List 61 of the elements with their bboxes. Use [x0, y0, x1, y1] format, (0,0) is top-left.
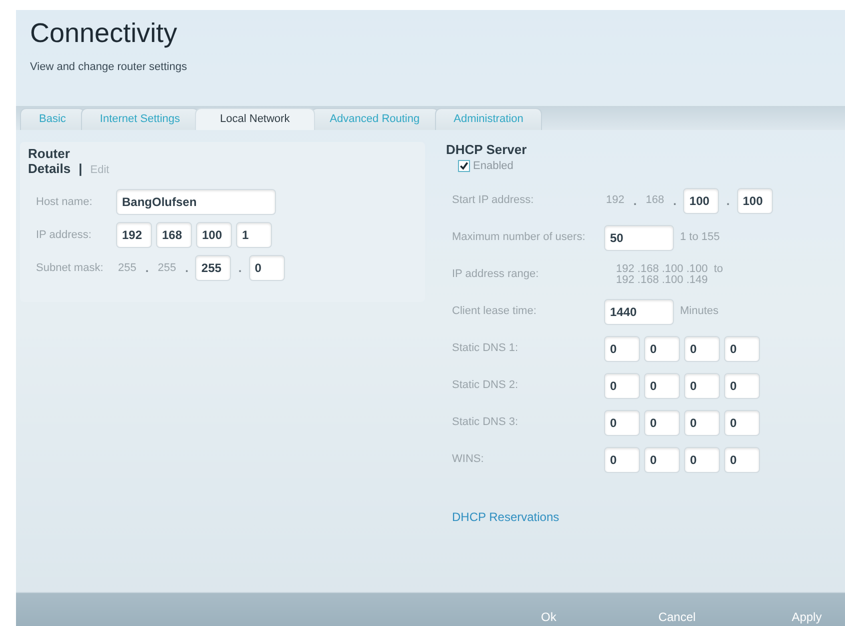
static-value: 192	[605, 193, 626, 208]
input-field[interactable]: 255	[195, 255, 232, 281]
dot-separator: .	[144, 260, 150, 277]
static-value: Minutes	[679, 304, 720, 320]
input-field[interactable]: 0	[604, 372, 640, 398]
range-text: 192 .168 .100 .149	[616, 274, 709, 286]
input-field[interactable]: 0	[644, 410, 680, 436]
input-field[interactable]: 0	[604, 410, 640, 436]
input-field[interactable]: 0	[684, 372, 720, 398]
static-value: 168	[644, 193, 666, 208]
field-label: Static DNS 3:	[452, 415, 520, 430]
separator: |	[78, 161, 82, 176]
field-label: Maximum number of users:	[452, 230, 586, 246]
dot-separator: .	[672, 192, 678, 210]
input-field[interactable]: 0	[724, 336, 760, 362]
input-field[interactable]: 168	[156, 222, 192, 248]
input-field[interactable]: 192	[116, 222, 152, 248]
dot-separator: .	[632, 192, 638, 210]
input-field[interactable]: 50	[604, 224, 674, 250]
dot-separator: .	[184, 260, 190, 277]
input-field[interactable]: 100	[683, 188, 720, 214]
checkbox[interactable]	[458, 160, 470, 172]
section-title: Router	[28, 146, 70, 161]
input-field[interactable]: 0	[684, 446, 720, 472]
input-field[interactable]: 0	[604, 336, 640, 362]
input-field[interactable]: 100	[196, 222, 232, 248]
static-value: 1 to 155	[679, 230, 721, 246]
page-title: Connectivity	[30, 17, 178, 50]
field-label: IP address range:	[452, 267, 540, 282]
section-subtitle: Details	[28, 161, 71, 176]
input-field[interactable]: 0	[644, 372, 680, 398]
field-label: Static DNS 2:	[452, 378, 520, 394]
static-value: 255	[156, 260, 178, 276]
input-field[interactable]: 1	[236, 222, 272, 248]
field-label: WINS:	[452, 452, 485, 468]
input-field[interactable]: 1440	[604, 298, 674, 324]
field-label: Start IP address:	[452, 193, 535, 208]
input-field[interactable]: 0	[644, 446, 680, 472]
range-text: 192 .168 .100 .100 to	[616, 264, 724, 274]
input-field[interactable]: 0	[644, 336, 680, 362]
field-label: IP address:	[36, 228, 92, 243]
input-field[interactable]: 0	[724, 372, 760, 398]
input-field[interactable]: 0	[684, 336, 720, 362]
field-label: Host name:	[36, 194, 94, 210]
input-field[interactable]: BangOlufsen	[116, 189, 276, 215]
section-title: DHCP Server	[446, 142, 527, 157]
static-value: 255	[117, 260, 138, 276]
field-label: Subnet mask:	[36, 260, 104, 276]
tab[interactable]: Local Network	[195, 108, 315, 130]
dot-separator: .	[725, 192, 731, 210]
input-field[interactable]: 0	[724, 410, 760, 436]
field-label: Client lease time:	[452, 304, 538, 320]
checkbox-label: Enabled	[473, 159, 514, 174]
page-subtitle: View and change router settings	[30, 60, 187, 75]
input-field[interactable]: 0	[684, 410, 720, 436]
field-label: Static DNS 1:	[452, 341, 520, 356]
input-field[interactable]: 0	[248, 255, 285, 281]
dot-separator: .	[237, 260, 243, 277]
input-field[interactable]: 0	[724, 446, 760, 472]
input-field[interactable]: 100	[736, 188, 773, 214]
input-field[interactable]: 0	[604, 446, 640, 472]
